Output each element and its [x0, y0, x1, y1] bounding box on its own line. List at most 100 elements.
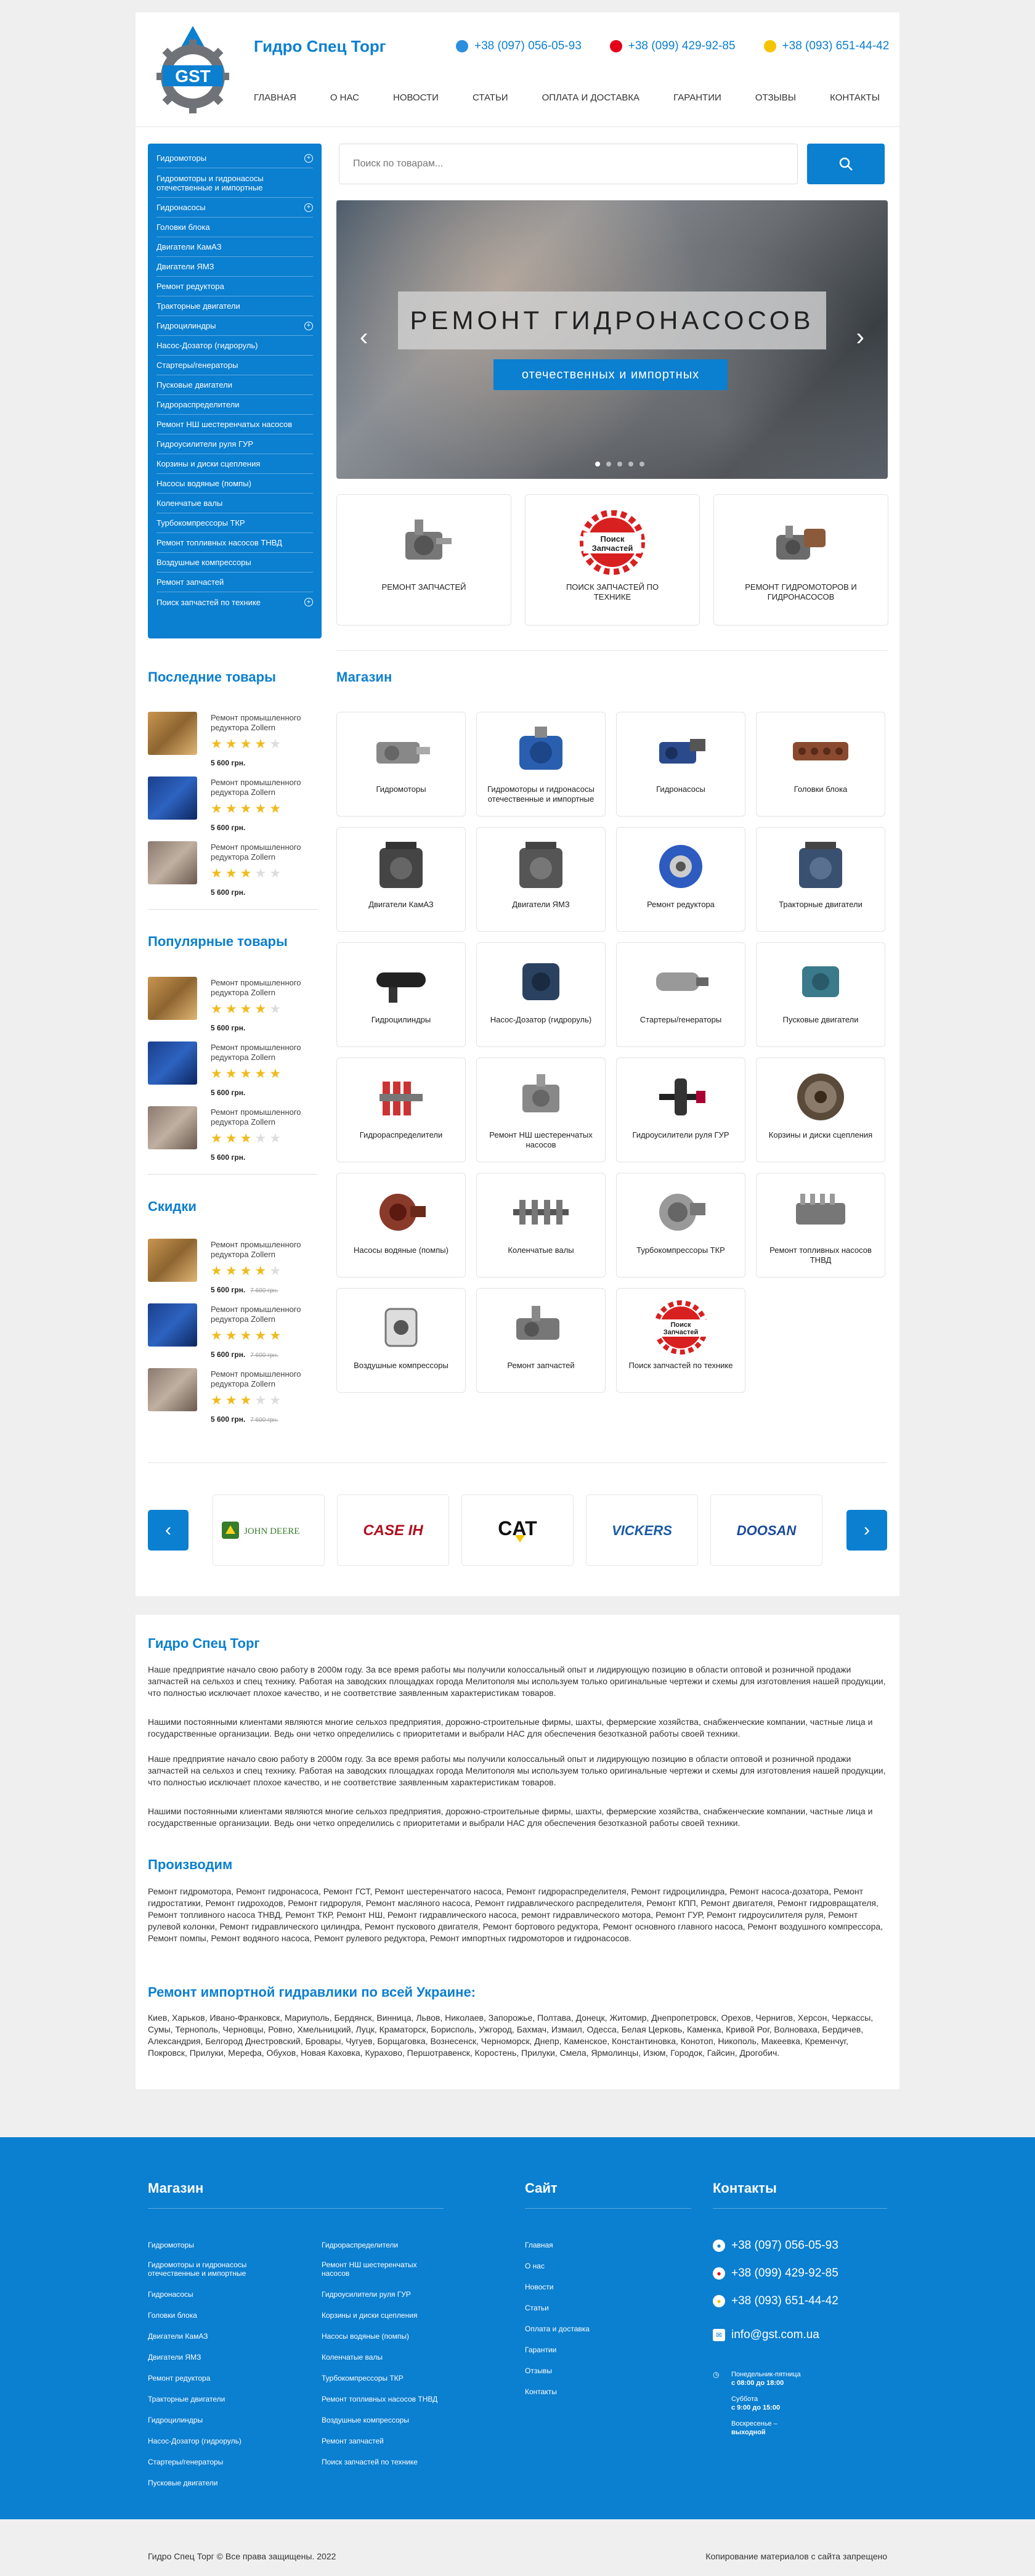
- nav-payment[interactable]: Оплата и доставка: [542, 92, 640, 103]
- nav-articles[interactable]: Статьи: [473, 92, 508, 103]
- phone-lifecell[interactable]: +38 (093) 651-44-42: [763, 39, 889, 53]
- phone-kyivstar[interactable]: +38 (097) 056-05-93: [456, 39, 582, 53]
- brands-next-button[interactable]: ›: [846, 1510, 887, 1551]
- product-thumbnail[interactable]: [148, 1303, 197, 1347]
- shop-category-tile[interactable]: Гидрораспределители: [336, 1058, 466, 1162]
- menu-item[interactable]: Поиск запчастей по технике +: [156, 592, 313, 612]
- menu-item[interactable]: Стартеры/генераторы: [156, 356, 313, 375]
- shop-category-tile[interactable]: Гидромоторы: [336, 712, 466, 817]
- menu-item[interactable]: Гидроусилители руля ГУР: [156, 434, 313, 454]
- footer-phone[interactable]: ● +38 (097) 056-05-93: [713, 2239, 838, 2252]
- product-thumbnail[interactable]: [148, 841, 197, 884]
- product-thumbnail[interactable]: [148, 712, 197, 755]
- footer-link[interactable]: Гидроцилиндры: [148, 2416, 203, 2424]
- brand-logo-tile[interactable]: CASE IH: [337, 1494, 449, 1566]
- footer-link[interactable]: Тракторные двигатели: [148, 2395, 225, 2403]
- product-thumbnail[interactable]: [148, 1041, 197, 1085]
- footer-link[interactable]: Отзывы: [525, 2366, 552, 2375]
- menu-item[interactable]: Насосы водяные (помпы): [156, 474, 313, 494]
- footer-link[interactable]: Воздушные компрессоры: [322, 2416, 409, 2424]
- shop-category-tile[interactable]: Насос-Дозатор (гидроруль): [476, 942, 606, 1047]
- product-thumbnail[interactable]: [148, 977, 197, 1020]
- nav-about[interactable]: О нас: [330, 92, 359, 103]
- footer-link[interactable]: Новости: [525, 2283, 553, 2291]
- sale-product-item[interactable]: Ремонт промышленного редуктора Zollern ★…: [148, 1303, 317, 1363]
- shop-category-tile[interactable]: Турбокомпрессоры ТКР: [616, 1173, 745, 1278]
- menu-item[interactable]: Воздушные компрессоры: [156, 553, 313, 573]
- nav-warranty[interactable]: Гарантии: [673, 92, 721, 103]
- footer-link[interactable]: Стартеры/генераторы: [148, 2458, 223, 2466]
- menu-item[interactable]: Ремонт НШ шестеренчатых насосов: [156, 415, 313, 434]
- shop-category-tile[interactable]: Поиск Запчастей Поиск запчастей по технике: [616, 1288, 745, 1393]
- footer-link[interactable]: Ремонт топливных насосов ТНВД: [322, 2395, 437, 2403]
- footer-phone[interactable]: ● +38 (093) 651-44-42: [713, 2294, 838, 2308]
- shop-category-tile[interactable]: Гидроусилители руля ГУР: [616, 1058, 745, 1162]
- slider-dot[interactable]: [628, 462, 633, 467]
- footer-link[interactable]: Статьи: [525, 2304, 549, 2312]
- footer-link[interactable]: Гидромоторы: [148, 2241, 194, 2249]
- menu-item[interactable]: Гидронасосы +: [156, 198, 313, 218]
- footer-link[interactable]: Гарантии: [525, 2346, 556, 2354]
- slider-dot[interactable]: [617, 462, 622, 467]
- product-thumbnail[interactable]: [148, 776, 197, 820]
- popular-product-item[interactable]: Ремонт промышленного редуктора Zollern ★…: [148, 1041, 317, 1101]
- shop-category-tile[interactable]: Воздушные компрессоры: [336, 1288, 466, 1393]
- menu-item[interactable]: Ремонт редуктора: [156, 277, 313, 296]
- menu-item[interactable]: Турбокомпрессоры ТКР: [156, 513, 313, 533]
- footer-phone[interactable]: ● +38 (099) 429-92-85: [713, 2267, 838, 2280]
- slider-prev-icon[interactable]: ‹: [360, 324, 368, 351]
- brand-logo-tile[interactable]: VICKERS: [586, 1494, 698, 1566]
- slider-dot[interactable]: [639, 462, 644, 467]
- footer-link[interactable]: Насосы водяные (помпы): [322, 2332, 409, 2341]
- shop-category-tile[interactable]: Пусковые двигатели: [756, 942, 885, 1047]
- menu-item[interactable]: Насос-Дозатор (гидроруль): [156, 336, 313, 356]
- footer-link[interactable]: Насос-Дозатор (гидроруль): [148, 2437, 242, 2445]
- nav-home[interactable]: Главная: [254, 92, 296, 103]
- shop-category-tile[interactable]: Коленчатые валы: [476, 1173, 606, 1278]
- menu-item[interactable]: Корзины и диски сцепления: [156, 454, 313, 474]
- expand-icon[interactable]: +: [304, 321, 313, 330]
- menu-item[interactable]: Гидроцилиндры +: [156, 316, 313, 336]
- brand-name[interactable]: Гидро Спец Торг: [254, 37, 386, 56]
- menu-item[interactable]: Двигатели ЯМЗ: [156, 257, 313, 277]
- footer-link[interactable]: Пусковые двигатели: [148, 2479, 218, 2487]
- gst-logo[interactable]: GST: [156, 26, 229, 113]
- slider-next-icon[interactable]: ›: [856, 324, 864, 351]
- footer-link[interactable]: Головки блока: [148, 2311, 197, 2320]
- hero-slider[interactable]: Ремонт гидронасосов отечественных и импо…: [336, 200, 888, 479]
- footer-link[interactable]: Ремонт запчастей: [322, 2437, 384, 2445]
- popular-product-item[interactable]: Ремонт промышленного редуктора Zollern ★…: [148, 977, 317, 1036]
- menu-item[interactable]: Двигатели КамАЗ: [156, 237, 313, 257]
- feature-hydromotor-repair[interactable]: Ремонт гидромоторов и гидронасосов: [713, 494, 888, 626]
- shop-category-tile[interactable]: Тракторные двигатели: [756, 827, 885, 932]
- nav-news[interactable]: Новости: [393, 92, 439, 103]
- nav-reviews[interactable]: Отзывы: [755, 92, 796, 103]
- shop-category-tile[interactable]: Гидромоторы и гидронасосы отечественные …: [476, 712, 606, 817]
- footer-link[interactable]: Двигатели КамАЗ: [148, 2332, 208, 2341]
- footer-link[interactable]: О нас: [525, 2262, 545, 2270]
- sale-product-item[interactable]: Ремонт промышленного редуктора Zollern ★…: [148, 1239, 317, 1298]
- footer-link[interactable]: Турбокомпрессоры ТКР: [322, 2374, 404, 2382]
- popular-product-item[interactable]: Ремонт промышленного редуктора Zollern ★…: [148, 1106, 317, 1165]
- product-thumbnail[interactable]: [148, 1239, 197, 1282]
- footer-link[interactable]: Оплата и доставка: [525, 2325, 590, 2333]
- footer-link[interactable]: Ремонт редуктора: [148, 2374, 210, 2382]
- menu-item[interactable]: Ремонт топливных насосов ТНВД: [156, 533, 313, 553]
- shop-category-tile[interactable]: Двигатели КамАЗ: [336, 827, 466, 932]
- slide-subtitle-button[interactable]: отечественных и импортных: [493, 359, 728, 390]
- shop-category-tile[interactable]: Гидроцилиндры: [336, 942, 466, 1047]
- product-thumbnail[interactable]: [148, 1368, 197, 1411]
- menu-item[interactable]: Гидромоторы +: [156, 149, 313, 168]
- menu-item[interactable]: Тракторные двигатели: [156, 296, 313, 316]
- shop-category-tile[interactable]: Ремонт топливных насосов ТНВД: [756, 1173, 885, 1278]
- brand-logo-tile[interactable]: JOHN DEERE: [213, 1494, 325, 1566]
- footer-email[interactable]: ✉ info@gst.com.ua: [713, 2328, 819, 2342]
- footer-link[interactable]: Ремонт НШ шестеренчатых насосов: [322, 2260, 432, 2278]
- phone-vodafone[interactable]: +38 (099) 429-92-85: [609, 39, 736, 53]
- footer-link[interactable]: Гидрораспределители: [322, 2241, 398, 2249]
- latest-product-item[interactable]: Ремонт промышленного редуктора Zollern ★…: [148, 776, 317, 836]
- footer-link[interactable]: Гидроусилители руля ГУР: [322, 2290, 411, 2299]
- sale-product-item[interactable]: Ремонт промышленного редуктора Zollern ★…: [148, 1368, 317, 1427]
- shop-category-tile[interactable]: Насосы водяные (помпы): [336, 1173, 466, 1278]
- search-button[interactable]: [807, 144, 885, 184]
